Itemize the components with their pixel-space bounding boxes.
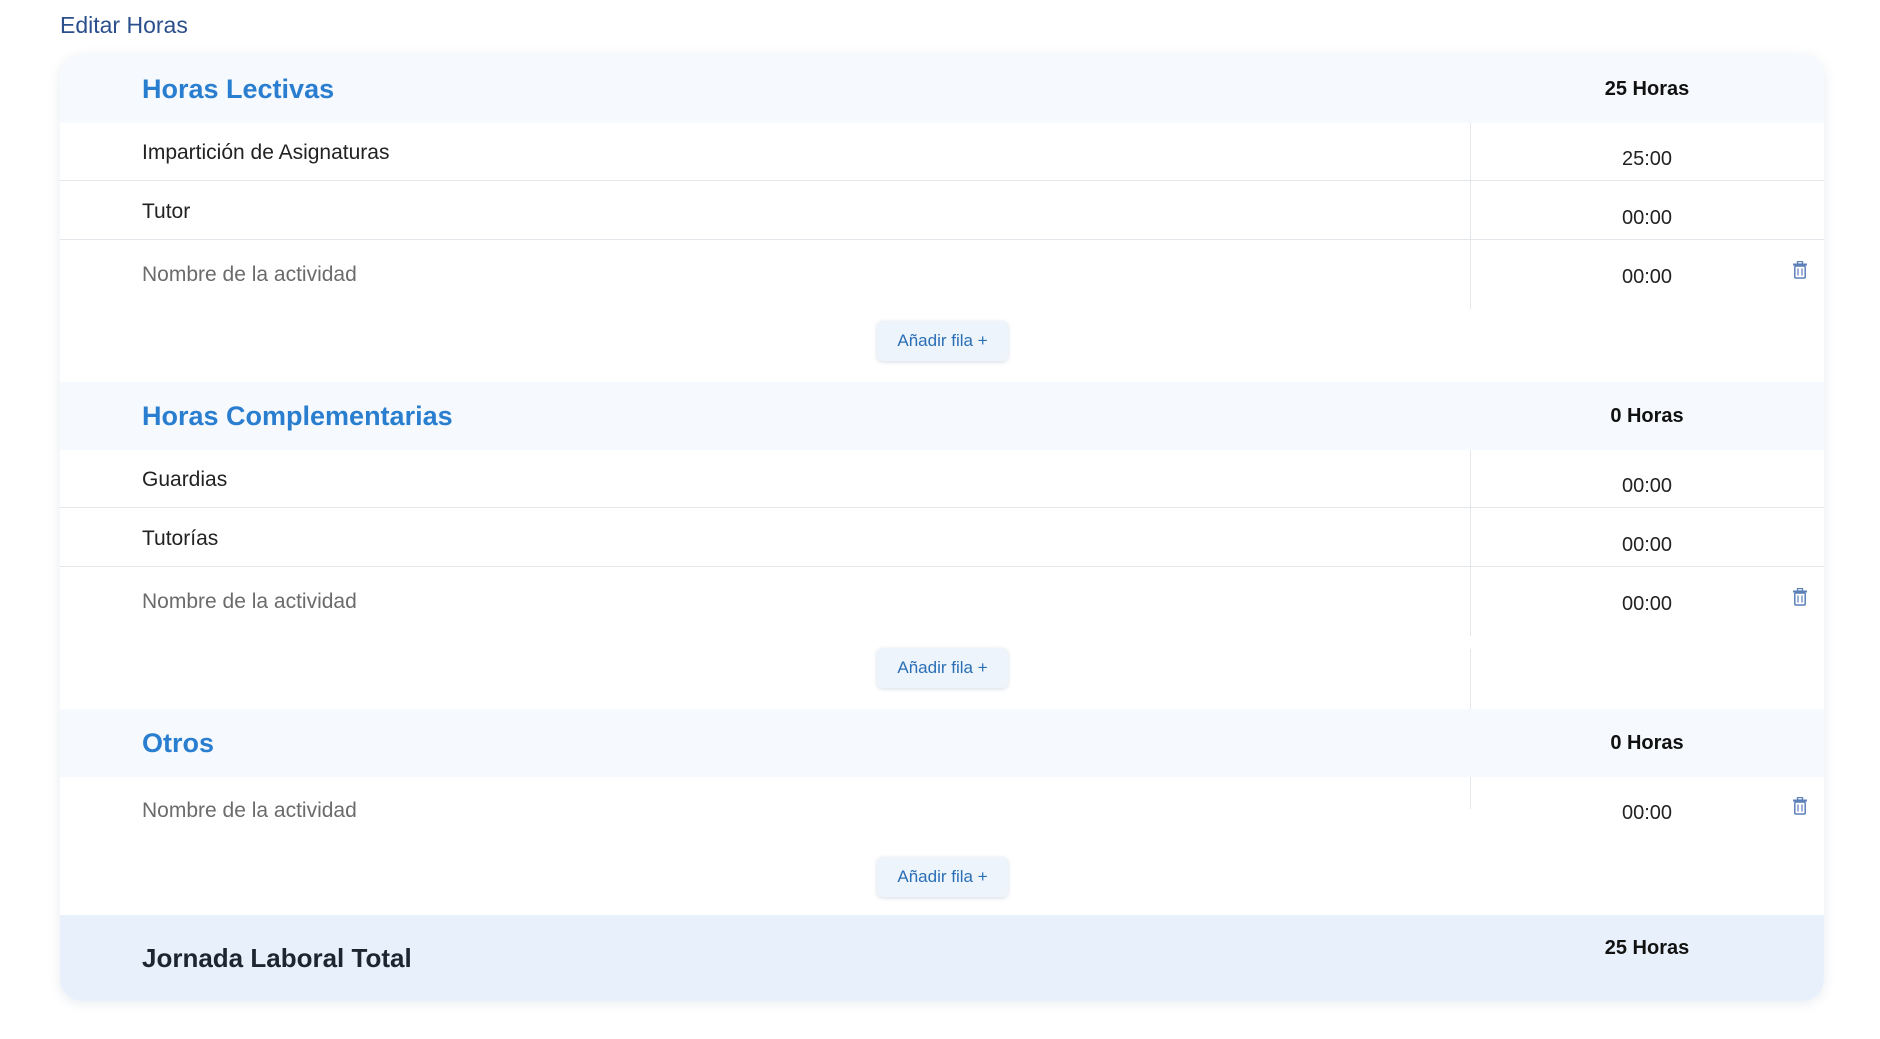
activity-time[interactable]: 00:00 — [1471, 450, 1823, 516]
total-label: Jornada Laboral Total — [142, 943, 412, 973]
section-total: 0 Horas — [1610, 732, 1684, 754]
activity-row: Impartición de Asignaturas 25:00 — [60, 123, 1824, 181]
section-title: Horas Lectivas — [142, 74, 335, 104]
total-workday-footer: Jornada Laboral Total 25 Horas — [60, 915, 1824, 1001]
activity-label: Tutor — [142, 200, 191, 223]
activity-time-input[interactable]: 00:00 — [1471, 568, 1823, 634]
new-activity-row: Nombre de la actividad 00:00 — [60, 777, 1824, 835]
add-row-button[interactable]: Añadir fila + — [877, 857, 1008, 897]
activity-time[interactable]: 00:00 — [1471, 509, 1823, 575]
activity-time-input[interactable]: 00:00 — [1471, 241, 1823, 307]
section-header-horas-lectivas: Horas Lectivas 25 Horas — [60, 55, 1824, 123]
activity-time[interactable]: 25:00 — [1471, 123, 1823, 189]
add-row-button[interactable]: Añadir fila + — [877, 321, 1008, 361]
section-total: 0 Horas — [1610, 405, 1684, 427]
trash-icon[interactable] — [1792, 797, 1808, 815]
section-title: Horas Complementarias — [142, 401, 453, 431]
section-header-horas-complementarias: Horas Complementarias 0 Horas — [60, 382, 1824, 450]
section-total: 25 Horas — [1604, 78, 1690, 100]
total-hours: 25 Horas — [1604, 937, 1690, 959]
activity-row: Guardias 00:00 — [60, 450, 1824, 508]
section-title: Otros — [142, 728, 215, 758]
new-activity-row: Nombre de la actividad 00:00 — [60, 568, 1824, 626]
hours-card: Horas Lectivas 25 Horas Impartición de A… — [60, 55, 1824, 1001]
activity-label: Guardias — [142, 468, 228, 491]
activity-time-input[interactable]: 00:00 — [1471, 777, 1823, 843]
add-row-button[interactable]: Añadir fila + — [877, 648, 1008, 688]
activity-label: Impartición de Asignaturas — [142, 141, 390, 164]
activity-row: Tutor 00:00 — [60, 182, 1824, 240]
activity-row: Tutorías 00:00 — [60, 509, 1824, 567]
page-title: Editar Horas — [60, 12, 188, 38]
activity-time[interactable]: 00:00 — [1471, 182, 1823, 248]
activity-name-input[interactable]: Nombre de la actividad — [142, 799, 357, 823]
activity-label: Tutorías — [142, 527, 219, 550]
activity-name-input[interactable]: Nombre de la actividad — [142, 263, 357, 287]
section-header-otros: Otros 0 Horas — [60, 709, 1824, 777]
trash-icon[interactable] — [1792, 261, 1808, 279]
trash-icon[interactable] — [1792, 588, 1808, 606]
new-activity-row: Nombre de la actividad 00:00 — [60, 241, 1824, 299]
activity-name-input[interactable]: Nombre de la actividad — [142, 590, 357, 614]
